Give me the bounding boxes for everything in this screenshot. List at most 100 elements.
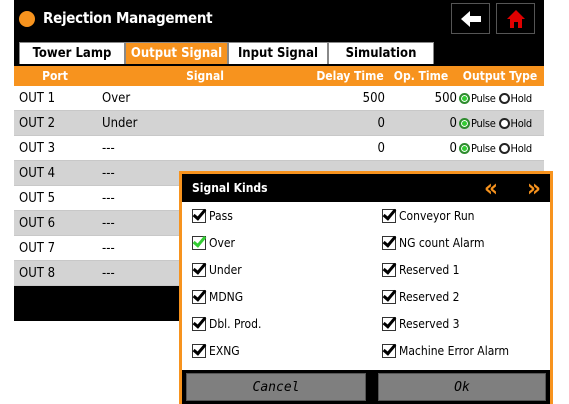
port-cell: OUT 8 xyxy=(19,265,56,281)
signal-cell[interactable]: --- xyxy=(102,136,282,160)
signal-cell[interactable]: Over xyxy=(102,86,282,110)
checkbox[interactable] xyxy=(192,236,206,250)
tab-input-signal[interactable]: Input Signal xyxy=(228,42,328,64)
signal-kind-option[interactable]: Reserved 3 xyxy=(382,311,460,337)
home-button[interactable] xyxy=(496,3,535,34)
hold-radio[interactable] xyxy=(498,117,510,129)
ok-button[interactable]: Ok xyxy=(378,373,546,401)
header-output-type: Output Type xyxy=(462,69,538,83)
option-label: Machine Error Alarm xyxy=(399,344,510,358)
op-time-cell[interactable]: 0 xyxy=(389,136,457,160)
port-cell: OUT 1 xyxy=(19,90,56,106)
hold-radio[interactable] xyxy=(498,142,510,154)
dialog-title: Signal Kinds xyxy=(192,181,268,195)
option-label: MDNG xyxy=(209,290,244,304)
option-label: Under xyxy=(209,263,242,277)
port-cell: OUT 3 xyxy=(19,140,56,156)
checkbox[interactable] xyxy=(382,263,396,277)
port-cell: OUT 5 xyxy=(19,190,56,206)
next-page-button[interactable]: » xyxy=(517,176,551,200)
hold-radio[interactable] xyxy=(498,92,510,104)
pulse-radio[interactable] xyxy=(459,117,470,129)
pulse-label: Pulse xyxy=(471,116,496,130)
signal-cell[interactable]: Under xyxy=(102,111,282,135)
option-label: Reserved 2 xyxy=(399,290,460,304)
option-label: EXNG xyxy=(209,344,240,358)
checkbox[interactable] xyxy=(382,344,396,358)
signal-kinds-list: Pass Conveyor Run Over NG count Alarm Under R… xyxy=(182,202,550,370)
header-port: Port xyxy=(42,69,68,83)
checkbox[interactable] xyxy=(192,317,206,331)
checkbox[interactable] xyxy=(382,290,396,304)
signal-kind-option[interactable]: Reserved 1 xyxy=(382,257,460,283)
option-label: Reserved 1 xyxy=(399,263,460,277)
option-label: Reserved 3 xyxy=(399,317,460,331)
signal-kinds-dialog: Signal Kinds « » Pass Conveyor Run Over NG … xyxy=(179,171,553,404)
pulse-radio[interactable] xyxy=(459,142,470,154)
delay-time-cell[interactable]: 500 xyxy=(314,86,385,110)
hold-label: Hold xyxy=(510,141,533,155)
checkbox[interactable] xyxy=(192,290,206,304)
signal-kind-option[interactable]: Pass xyxy=(192,203,233,229)
table-row[interactable]: OUT 1 Over 500 500 Pulse Hold xyxy=(14,86,544,111)
tab-output-signal[interactable]: Output Signal xyxy=(125,42,228,64)
signal-kind-option[interactable]: NG count Alarm xyxy=(382,230,485,256)
port-cell: OUT 6 xyxy=(19,215,56,231)
output-type-cell: Pulse Hold xyxy=(459,136,544,160)
double-chevron-right-icon: » xyxy=(527,174,541,202)
dialog-buttons: Cancel Ok xyxy=(182,370,550,404)
option-label: NG count Alarm xyxy=(399,236,485,250)
checkbox[interactable] xyxy=(192,209,206,223)
checkbox[interactable] xyxy=(382,236,396,250)
tab-bar: Tower Lamp Output Signal Input Signal Si… xyxy=(14,38,544,64)
window-title: Rejection Management xyxy=(43,9,213,27)
delay-time-cell[interactable]: 0 xyxy=(314,136,385,160)
double-chevron-left-icon: « xyxy=(484,174,498,202)
table-row[interactable]: OUT 3 --- 0 0 Pulse Hold xyxy=(14,136,544,161)
grid-header: Port Signal Delay Time Op. Time Output T… xyxy=(14,64,544,86)
signal-kind-option[interactable]: EXNG xyxy=(192,338,240,364)
signal-kind-option[interactable]: Machine Error Alarm xyxy=(382,338,509,364)
tab-simulation[interactable]: Simulation xyxy=(328,42,434,64)
signal-kind-option[interactable]: Conveyor Run xyxy=(382,203,475,229)
dialog-header: Signal Kinds « » xyxy=(182,174,550,202)
op-time-cell[interactable]: 0 xyxy=(389,111,457,135)
option-label: Conveyor Run xyxy=(399,209,475,223)
checkbox[interactable] xyxy=(192,263,206,277)
port-cell: OUT 4 xyxy=(19,165,56,181)
arrow-left-icon xyxy=(460,10,481,27)
pulse-radio[interactable] xyxy=(459,92,470,104)
signal-kind-option[interactable]: Over xyxy=(192,230,235,256)
option-label: Over xyxy=(209,236,235,250)
prev-page-button[interactable]: « xyxy=(474,176,508,200)
checkbox[interactable] xyxy=(382,317,396,331)
tab-tower-lamp[interactable]: Tower Lamp xyxy=(19,42,125,64)
checkbox[interactable] xyxy=(192,344,206,358)
title-bar: Rejection Management xyxy=(14,0,544,38)
cancel-button[interactable]: Cancel xyxy=(186,373,366,401)
port-cell: OUT 7 xyxy=(19,240,56,256)
table-row[interactable]: OUT 2 Under 0 0 Pulse Hold xyxy=(14,111,544,136)
home-icon xyxy=(506,9,525,28)
delay-time-cell[interactable]: 0 xyxy=(314,111,385,135)
signal-kind-option[interactable]: MDNG xyxy=(192,284,243,310)
op-time-cell[interactable]: 500 xyxy=(389,86,457,110)
checkbox[interactable] xyxy=(382,209,396,223)
pulse-label: Pulse xyxy=(471,141,496,155)
signal-kind-option[interactable]: Under xyxy=(192,257,242,283)
signal-kind-option[interactable]: Reserved 2 xyxy=(382,284,460,310)
option-label: Dbl. Prod. xyxy=(209,317,262,331)
header-signal: Signal xyxy=(186,69,224,83)
header-op-time: Op. Time xyxy=(393,69,449,83)
hold-label: Hold xyxy=(510,116,533,130)
port-cell: OUT 2 xyxy=(19,115,56,131)
header-delay-time: Delay Time xyxy=(316,69,384,83)
output-type-cell: Pulse Hold xyxy=(459,111,544,135)
signal-kind-option[interactable]: Dbl. Prod. xyxy=(192,311,261,337)
back-button[interactable] xyxy=(451,3,490,34)
output-type-cell: Pulse Hold xyxy=(459,86,544,110)
hold-label: Hold xyxy=(510,91,533,105)
pulse-label: Pulse xyxy=(471,91,496,105)
status-dot-icon xyxy=(19,11,35,27)
option-label: Pass xyxy=(209,209,233,223)
